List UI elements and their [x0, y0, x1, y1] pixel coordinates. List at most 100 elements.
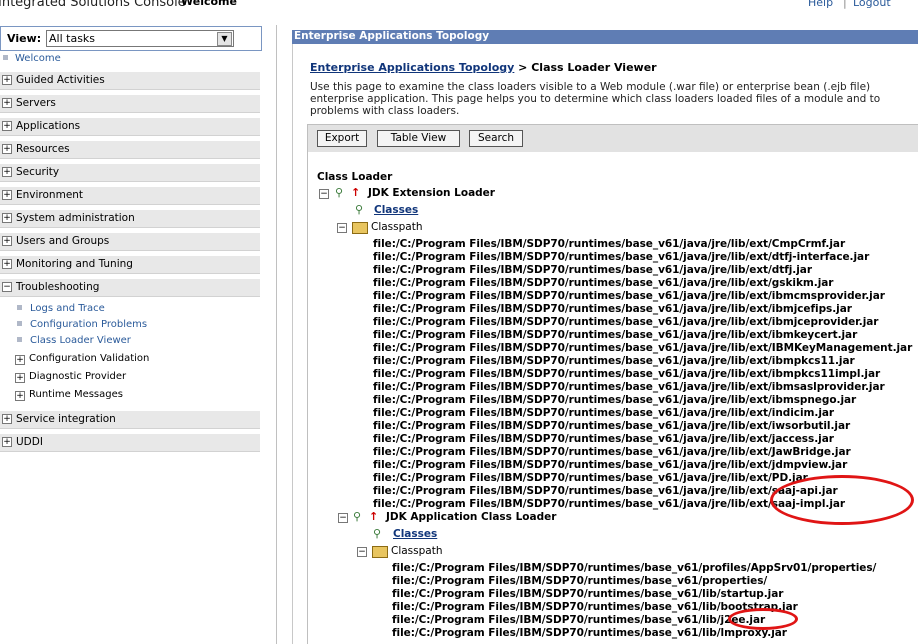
expand-icon[interactable]: +: [2, 144, 12, 154]
breadcrumb: Enterprise Applications Topology > Class…: [310, 61, 657, 74]
classpath-entry: file:/C:/Program Files/IBM/SDP70/runtime…: [373, 290, 885, 302]
expand-icon[interactable]: +: [2, 98, 12, 108]
parent-arrow-icon: ↑: [369, 510, 379, 523]
classpath-entry: file:/C:/Program Files/IBM/SDP70/runtime…: [373, 433, 834, 445]
expand-icon[interactable]: +: [2, 213, 12, 223]
nav-category-environment[interactable]: + Environment: [0, 187, 260, 205]
collapse-icon[interactable]: −: [357, 547, 367, 557]
classpath-entry: file:/C:/Program Files/IBM/SDP70/runtime…: [373, 394, 857, 406]
nav-link-logs-and-trace[interactable]: Logs and Trace: [17, 303, 105, 314]
expand-icon[interactable]: +: [2, 414, 12, 424]
nav-category-servers[interactable]: + Servers: [0, 95, 260, 113]
expand-icon[interactable]: +: [2, 167, 12, 177]
classpath-entry: file:/C:/Program Files/IBM/SDP70/runtime…: [373, 264, 812, 276]
description-line: problems with class loaders.: [310, 105, 460, 117]
classpath-entry: file:/C:/Program Files/IBM/SDP70/runtime…: [373, 368, 881, 380]
highlight-annotation: [770, 475, 914, 525]
classpath-entry: file:/C:/Program Files/IBM/SDP70/runtime…: [373, 303, 852, 315]
nav-link-label: Class Loader Viewer: [30, 335, 131, 346]
logout-link[interactable]: Logout: [853, 0, 891, 9]
description-line: enterprise application. This page helps …: [310, 93, 881, 105]
nav-category-applications[interactable]: + Applications: [0, 118, 260, 136]
expand-icon[interactable]: +: [2, 259, 12, 269]
page-description: Use this page to examine the class loade…: [310, 81, 918, 117]
nav-category-users-and-groups[interactable]: + Users and Groups: [0, 233, 260, 251]
nav-category-system-administration[interactable]: + System administration: [0, 210, 260, 228]
view-select-value: All tasks: [49, 32, 96, 45]
class-loader-icon: ⚲: [335, 186, 344, 199]
collapse-icon[interactable]: −: [319, 189, 329, 199]
nav-divider: [276, 25, 277, 644]
nav-subgroup-label: Configuration Validation: [29, 353, 150, 364]
collapse-icon[interactable]: −: [2, 282, 12, 292]
classpath-entry: file:/C:/Program Files/IBM/SDP70/runtime…: [392, 627, 787, 639]
bullet-icon: [3, 55, 8, 60]
breadcrumb-link[interactable]: Enterprise Applications Topology: [310, 61, 514, 74]
nav-link-class-loader-viewer[interactable]: Class Loader Viewer: [17, 335, 131, 346]
nav-category-uddi[interactable]: + UDDI: [0, 434, 260, 452]
view-select[interactable]: All tasks ▼: [46, 30, 234, 47]
nav-category-label: Troubleshooting: [16, 281, 100, 293]
nav-category-label: Applications: [16, 120, 81, 132]
classpath-entry: file:/C:/Program Files/IBM/SDP70/runtime…: [373, 238, 846, 250]
top-bar: Integrated Solutions Console Welcome Hel…: [0, 0, 918, 18]
nav-subgroup-label: Runtime Messages: [29, 389, 123, 400]
help-link[interactable]: Help: [808, 0, 833, 9]
search-button[interactable]: Search: [469, 130, 523, 147]
nav-category-label: Servers: [16, 97, 56, 109]
classpath-entry: file:/C:/Program Files/IBM/SDP70/runtime…: [392, 614, 766, 626]
classpath-entry: file:/C:/Program Files/IBM/SDP70/runtime…: [373, 277, 834, 289]
table-view-button[interactable]: Table View: [377, 130, 460, 147]
expand-icon[interactable]: +: [15, 373, 25, 383]
nav-category-label: UDDI: [16, 436, 43, 448]
nav-category-label: Monitoring and Tuning: [16, 258, 133, 270]
nav-category-label: Resources: [16, 143, 70, 155]
classpath-entry: file:/C:/Program Files/IBM/SDP70/runtime…: [373, 420, 851, 432]
navigation-tree: View: All tasks ▼ Welcome + Guided Activi…: [0, 25, 262, 644]
bullet-icon: [17, 321, 22, 326]
collapse-icon[interactable]: −: [337, 223, 347, 233]
jdk-application-classes-link[interactable]: Classes: [393, 528, 437, 540]
classpath-entry: file:/C:/Program Files/IBM/SDP70/runtime…: [392, 575, 768, 587]
parent-arrow-icon: ↑: [351, 186, 361, 199]
class-loader-heading: Class Loader: [317, 171, 393, 183]
nav-category-guided-activities[interactable]: + Guided Activities: [0, 72, 260, 90]
nav-category-service-integration[interactable]: + Service integration: [0, 411, 260, 429]
nav-category-security[interactable]: + Security: [0, 164, 260, 182]
app-title: Integrated Solutions Console: [0, 0, 186, 10]
collapse-icon[interactable]: −: [338, 513, 348, 523]
topbar-separator: |: [843, 0, 847, 9]
nav-category-label: System administration: [16, 212, 135, 224]
panel-header: Enterprise Applications Topology: [292, 30, 918, 44]
expand-icon[interactable]: +: [2, 190, 12, 200]
export-button[interactable]: Export: [317, 130, 367, 147]
nav-category-resources[interactable]: + Resources: [0, 141, 260, 159]
nav-category-label: Guided Activities: [16, 74, 105, 86]
nav-subgroup-label: Diagnostic Provider: [29, 371, 127, 382]
expand-icon[interactable]: +: [2, 236, 12, 246]
description-line: Use this page to examine the class loade…: [310, 81, 871, 93]
chevron-down-icon[interactable]: ▼: [217, 32, 232, 46]
nav-category-label: Users and Groups: [16, 235, 110, 247]
jdk-extension-classes-link[interactable]: Classes: [374, 204, 418, 216]
toolbar: Export Table View Search: [307, 124, 918, 153]
expand-icon[interactable]: +: [15, 391, 25, 401]
classpath-entry: file:/C:/Program Files/IBM/SDP70/runtime…: [373, 446, 851, 458]
classpath-entry: file:/C:/Program Files/IBM/SDP70/runtime…: [392, 562, 877, 574]
bullet-icon: [17, 337, 22, 342]
nav-category-label: Security: [16, 166, 60, 178]
expand-icon[interactable]: +: [2, 437, 12, 447]
nav-category-monitoring-and-tuning[interactable]: + Monitoring and Tuning: [0, 256, 260, 274]
nav-link-configuration-problems[interactable]: Configuration Problems: [17, 319, 147, 330]
nav-link-label: Logs and Trace: [30, 303, 105, 314]
classpath-entry: file:/C:/Program Files/IBM/SDP70/runtime…: [392, 588, 784, 600]
classpath-entry: file:/C:/Program Files/IBM/SDP70/runtime…: [373, 472, 808, 484]
class-loader-icon: ⚲: [353, 510, 362, 523]
nav-category-troubleshooting[interactable]: − Troubleshooting: [0, 279, 260, 297]
expand-icon[interactable]: +: [2, 121, 12, 131]
nav-welcome[interactable]: Welcome: [0, 53, 61, 64]
jdk-application-class-loader-label: JDK Application Class Loader: [386, 511, 557, 523]
classes-icon: ⚲: [355, 203, 364, 216]
expand-icon[interactable]: +: [2, 75, 12, 85]
expand-icon[interactable]: +: [15, 355, 25, 365]
